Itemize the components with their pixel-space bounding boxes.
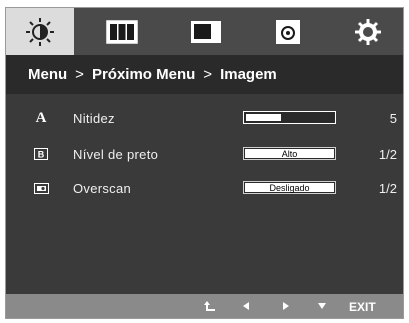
- back-button[interactable]: [202, 299, 218, 313]
- sharpness-value: 5: [389, 111, 397, 126]
- right-button[interactable]: [278, 299, 294, 313]
- left-button[interactable]: [238, 299, 254, 313]
- down-arrow-icon: [318, 303, 326, 309]
- black-level-value: 1/2: [378, 147, 397, 162]
- menu-row-black-level[interactable]: B Nível de preto Alto 1/2: [6, 143, 403, 167]
- back-icon: [204, 301, 215, 311]
- monitor-osd-menu: Menu > Próximo Menu > Imagem A Nitidez 5…: [5, 7, 404, 319]
- breadcrumb-separator: >: [203, 66, 213, 83]
- color-bars-icon: [106, 19, 138, 44]
- overscan-button[interactable]: Desligado: [243, 181, 336, 194]
- down-button[interactable]: [314, 299, 330, 313]
- right-arrow-icon: [283, 302, 289, 310]
- tab-settings[interactable]: [334, 8, 402, 55]
- black-level-button[interactable]: Alto: [243, 147, 336, 160]
- tab-picture-brightness[interactable]: [6, 8, 74, 55]
- left-arrow-icon: [243, 302, 249, 310]
- breadcrumb-item-menu: Menu: [28, 66, 68, 83]
- menu-row-sharpness[interactable]: A Nitidez 5: [6, 107, 403, 131]
- breadcrumb: Menu > Próximo Menu > Imagem: [6, 55, 403, 94]
- letter-a-icon: A: [35, 109, 47, 126]
- sharpness-label: Nitidez: [73, 111, 115, 126]
- tab-color[interactable]: [88, 8, 156, 55]
- black-level-icon: B: [33, 146, 49, 162]
- tab-sound[interactable]: [254, 8, 322, 55]
- breadcrumb-item-next-menu: Próximo Menu: [91, 66, 196, 83]
- sharpness-slider[interactable]: [243, 111, 336, 124]
- breadcrumb-separator: >: [75, 66, 84, 83]
- overscan-label: Overscan: [73, 181, 132, 196]
- sharpness-slider-fill: [246, 114, 281, 121]
- breadcrumb-item-image: Imagem: [220, 66, 277, 83]
- menu-row-overscan[interactable]: Overscan Desligado 1/2: [6, 177, 403, 201]
- overscan-value: 1/2: [378, 181, 397, 196]
- picture-size-icon: [191, 20, 221, 43]
- tab-picture-size[interactable]: [172, 8, 240, 55]
- black-level-icon-letter: B: [38, 150, 45, 160]
- sound-icon: [276, 19, 300, 44]
- settings-gear-icon: [355, 18, 381, 45]
- bottom-bar: EXIT: [6, 294, 403, 318]
- tab-bar: [6, 8, 403, 55]
- exit-button[interactable]: EXIT: [349, 300, 376, 314]
- black-level-label: Nível de preto: [73, 147, 159, 162]
- overscan-icon: [33, 180, 49, 196]
- brightness-icon: [26, 17, 54, 46]
